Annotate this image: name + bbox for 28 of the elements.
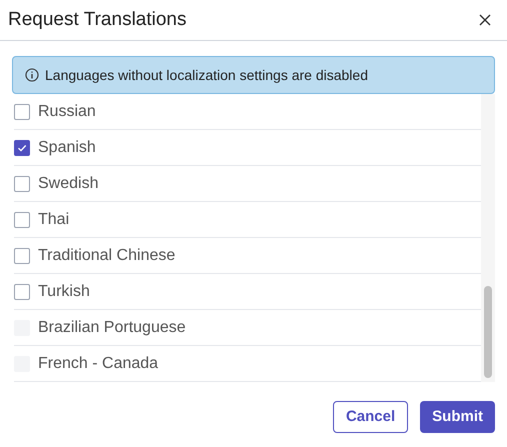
- submit-button[interactable]: Submit: [420, 401, 495, 433]
- language-label: Russian: [38, 102, 96, 122]
- language-label: Swedish: [38, 174, 98, 194]
- language-label: Turkish: [38, 282, 90, 302]
- info-icon: [25, 68, 39, 82]
- language-option[interactable]: Thai: [14, 202, 481, 238]
- language-option[interactable]: Swedish: [14, 166, 481, 202]
- checkbox[interactable]: [14, 104, 30, 120]
- checkbox[interactable]: [14, 248, 30, 264]
- language-label: Spanish: [38, 138, 96, 158]
- cancel-button[interactable]: Cancel: [332, 401, 408, 433]
- language-option[interactable]: Traditional Chinese: [14, 238, 481, 274]
- dialog-title: Request Translations: [8, 8, 186, 32]
- language-label: Thai: [38, 210, 70, 230]
- checkbox[interactable]: [14, 212, 30, 228]
- language-label: Traditional Chinese: [38, 246, 176, 266]
- check-icon: [17, 142, 27, 152]
- language-label: Brazilian Portuguese: [38, 318, 186, 338]
- language-option[interactable]: Russian: [14, 94, 481, 130]
- info-text: Languages without localization settings are disabled: [45, 66, 368, 85]
- checkbox[interactable]: [14, 176, 30, 192]
- scrollbar[interactable]: [481, 94, 495, 382]
- language-option[interactable]: Spanish: [14, 130, 481, 166]
- close-icon[interactable]: [479, 14, 491, 26]
- language-option[interactable]: Turkish: [14, 274, 481, 310]
- checkbox[interactable]: [14, 284, 30, 300]
- language-label: French - Canada: [38, 354, 158, 374]
- checkbox[interactable]: [14, 140, 30, 156]
